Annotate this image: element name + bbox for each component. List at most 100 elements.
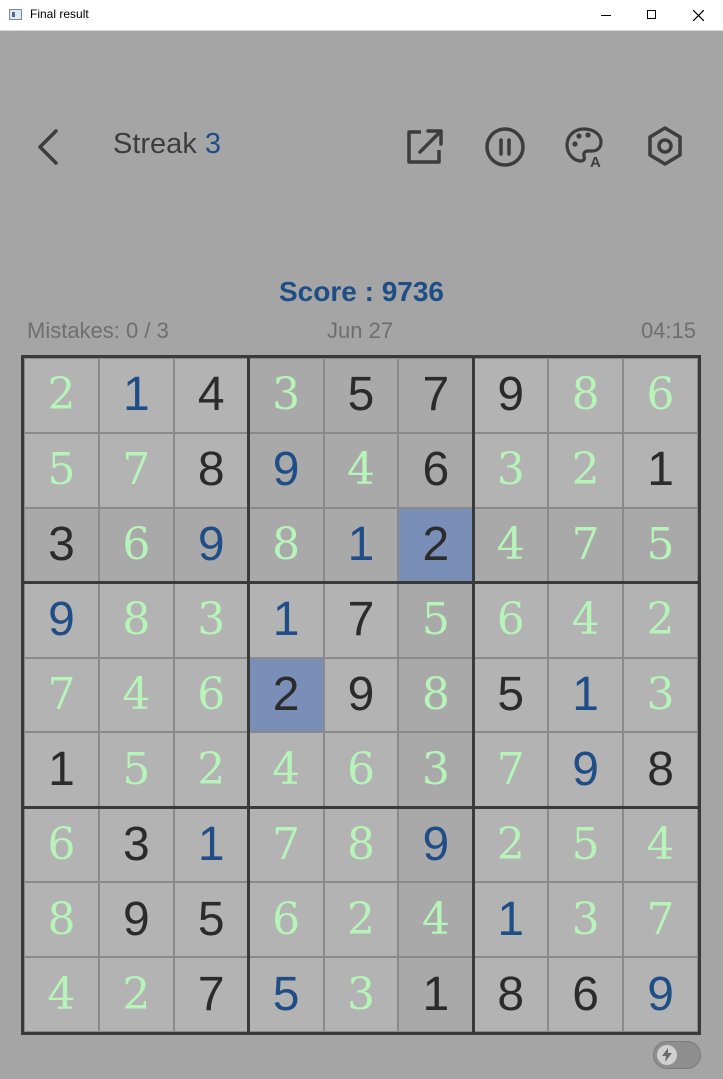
- grid-cell-r1c9[interactable]: 6: [623, 358, 698, 433]
- grid-cell-r8c5[interactable]: 2: [323, 882, 399, 958]
- grid-cell-r4c5[interactable]: 7: [323, 582, 399, 658]
- box-divider-horizontal: [24, 805, 698, 809]
- streak-count: 3: [204, 128, 222, 160]
- box-divider-horizontal: [24, 581, 698, 585]
- grid-cell-r8c8[interactable]: 3: [548, 882, 624, 958]
- minimize-button[interactable]: [583, 0, 629, 31]
- grid-cell-r8c2[interactable]: 9: [98, 882, 174, 958]
- grid-cell-r9c1[interactable]: 4: [24, 957, 99, 1032]
- grid-cell-r2c9[interactable]: 1: [623, 432, 698, 508]
- share-button[interactable]: [403, 123, 447, 169]
- grid-cell-r7c5[interactable]: 8: [323, 807, 399, 883]
- grid-cell-r7c2[interactable]: 3: [98, 807, 174, 883]
- grid-cell-r1c1[interactable]: 2: [24, 358, 99, 433]
- grid-cell-r3c2[interactable]: 6: [98, 507, 174, 583]
- grid-cell-r9c3[interactable]: 7: [173, 957, 249, 1032]
- quick-toggle[interactable]: [653, 1041, 701, 1069]
- grid-cell-r9c4[interactable]: 5: [248, 957, 324, 1032]
- maximize-button[interactable]: [629, 0, 675, 31]
- grid-cell-r4c3[interactable]: 3: [173, 582, 249, 658]
- grid-cell-r3c5[interactable]: 1: [323, 507, 399, 583]
- grid-cell-r5c1[interactable]: 7: [24, 657, 99, 733]
- grid-cell-r2c4[interactable]: 9: [248, 432, 324, 508]
- grid-cell-r3c4[interactable]: 8: [248, 507, 324, 583]
- grid-cell-r2c5[interactable]: 4: [323, 432, 399, 508]
- grid-cell-r1c2[interactable]: 1: [98, 358, 174, 433]
- grid-cell-r6c9[interactable]: 8: [623, 732, 698, 808]
- grid-cell-r6c2[interactable]: 5: [98, 732, 174, 808]
- grid-cell-r9c9[interactable]: 9: [623, 957, 698, 1032]
- grid-cell-r2c8[interactable]: 2: [548, 432, 624, 508]
- back-button[interactable]: [32, 127, 68, 167]
- grid-cell-r8c4[interactable]: 6: [248, 882, 324, 958]
- grid-cell-r6c8[interactable]: 9: [548, 732, 624, 808]
- grid-cell-r5c9[interactable]: 3: [623, 657, 698, 733]
- grid-cell-r7c6[interactable]: 9: [398, 807, 474, 883]
- grid-cell-r1c8[interactable]: 8: [548, 358, 624, 433]
- grid-cell-r1c4[interactable]: 3: [248, 358, 324, 433]
- grid-cell-r5c3[interactable]: 6: [173, 657, 249, 733]
- pause-button[interactable]: [483, 123, 527, 169]
- grid-cell-r9c7[interactable]: 8: [473, 957, 549, 1032]
- grid-cell-r4c2[interactable]: 8: [98, 582, 174, 658]
- grid-cell-r6c5[interactable]: 6: [323, 732, 399, 808]
- grid-cell-r7c4[interactable]: 7: [248, 807, 324, 883]
- grid-cell-r9c6[interactable]: 1: [398, 957, 474, 1032]
- grid-cell-r6c6[interactable]: 3: [398, 732, 474, 808]
- grid-cell-r4c7[interactable]: 6: [473, 582, 549, 658]
- window-title: Final result: [30, 7, 89, 21]
- chevron-left-icon: [38, 129, 58, 165]
- grid-cell-r4c1[interactable]: 9: [24, 582, 99, 658]
- grid-cell-r9c8[interactable]: 6: [548, 957, 624, 1032]
- grid-cell-r2c7[interactable]: 3: [473, 432, 549, 508]
- grid-cell-r7c8[interactable]: 5: [548, 807, 624, 883]
- grid-cell-r7c9[interactable]: 4: [623, 807, 698, 883]
- grid-cell-r2c3[interactable]: 8: [173, 432, 249, 508]
- grid-cell-r5c2[interactable]: 4: [98, 657, 174, 733]
- grid-cell-r3c9[interactable]: 5: [623, 507, 698, 583]
- grid-cell-r2c6[interactable]: 6: [398, 432, 474, 508]
- grid-cell-r6c1[interactable]: 1: [24, 732, 99, 808]
- grid-cell-r6c3[interactable]: 2: [173, 732, 249, 808]
- grid-cell-r2c1[interactable]: 5: [24, 432, 99, 508]
- grid-cell-r9c2[interactable]: 2: [98, 957, 174, 1032]
- grid-cell-r8c7[interactable]: 1: [473, 882, 549, 958]
- grid-cell-r7c1[interactable]: 6: [24, 807, 99, 883]
- grid-cell-r7c7[interactable]: 2: [473, 807, 549, 883]
- grid-cell-r3c6[interactable]: 2: [398, 507, 474, 583]
- grid-cell-r1c6[interactable]: 7: [398, 358, 474, 433]
- theme-button[interactable]: A: [562, 123, 606, 171]
- grid-cell-r8c6[interactable]: 4: [398, 882, 474, 958]
- grid-cell-r4c9[interactable]: 2: [623, 582, 698, 658]
- grid-cell-r6c7[interactable]: 7: [473, 732, 549, 808]
- close-button[interactable]: [675, 0, 721, 31]
- grid-cell-r3c8[interactable]: 7: [548, 507, 624, 583]
- grid-cell-r8c9[interactable]: 7: [623, 882, 698, 958]
- close-icon: [693, 10, 704, 21]
- grid-cell-r1c7[interactable]: 9: [473, 358, 549, 433]
- grid-cell-r3c7[interactable]: 4: [473, 507, 549, 583]
- grid-cell-r1c3[interactable]: 4: [173, 358, 249, 433]
- grid-cell-r2c2[interactable]: 7: [98, 432, 174, 508]
- grid-cell-r8c1[interactable]: 8: [24, 882, 99, 958]
- grid-cell-r9c5[interactable]: 3: [323, 957, 399, 1032]
- share-icon: [407, 129, 443, 164]
- grid-cell-r7c3[interactable]: 1: [173, 807, 249, 883]
- grid-cell-r4c8[interactable]: 4: [548, 582, 624, 658]
- app-icon: [9, 9, 22, 20]
- grid-cell-r5c6[interactable]: 8: [398, 657, 474, 733]
- toggle-knob: [657, 1045, 677, 1065]
- grid-cell-r8c3[interactable]: 5: [173, 882, 249, 958]
- grid-cell-r5c4[interactable]: 2: [248, 657, 324, 733]
- grid-cell-r6c4[interactable]: 4: [248, 732, 324, 808]
- settings-button[interactable]: [643, 123, 687, 169]
- grid-cell-r1c5[interactable]: 5: [323, 358, 399, 433]
- grid-cell-r5c7[interactable]: 5: [473, 657, 549, 733]
- grid-cell-r3c3[interactable]: 9: [173, 507, 249, 583]
- grid-cell-r5c8[interactable]: 1: [548, 657, 624, 733]
- theme-palette-icon: A: [565, 127, 603, 171]
- grid-cell-r3c1[interactable]: 3: [24, 507, 99, 583]
- grid-cell-r4c6[interactable]: 5: [398, 582, 474, 658]
- grid-cell-r4c4[interactable]: 1: [248, 582, 324, 658]
- grid-cell-r5c5[interactable]: 9: [323, 657, 399, 733]
